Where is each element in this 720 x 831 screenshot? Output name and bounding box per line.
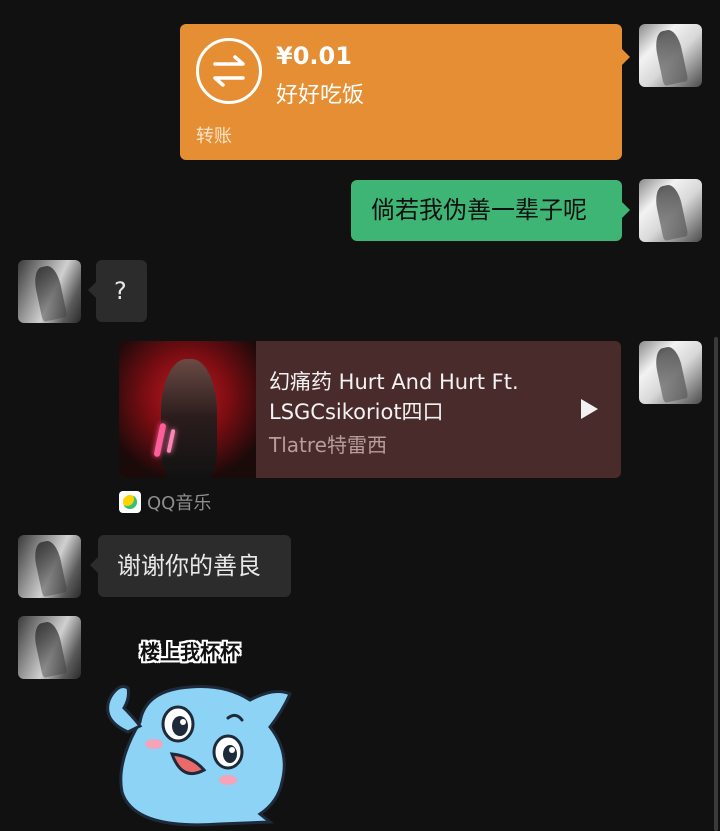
play-icon[interactable] <box>581 399 598 419</box>
received-message-bubble[interactable]: ? <box>88 260 147 322</box>
music-source-label: QQ音乐 <box>147 493 212 514</box>
message-text: ? <box>114 277 127 305</box>
bubble-tail <box>88 282 96 298</box>
sticker-image <box>106 684 292 827</box>
qq-music-icon <box>119 491 141 513</box>
bubble-tail <box>90 557 98 573</box>
transfer-message[interactable]: ¥0.01 好好吃饭 转账 <box>180 24 630 160</box>
my-avatar[interactable] <box>639 179 702 242</box>
transfer-note: 好好吃饭 <box>276 83 365 108</box>
album-cover <box>119 341 256 478</box>
song-artist: Tlatre特雷西 <box>269 433 387 457</box>
song-title: 幻痛药 Hurt And Hurt Ft. LSGCsikoriot四口 <box>269 370 519 424</box>
transfer-label: 转账 <box>196 126 232 147</box>
scrollbar[interactable] <box>714 337 718 831</box>
transfer-amount: ¥0.01 <box>276 42 352 70</box>
bubble-tail <box>621 48 630 66</box>
blue-mascot-sticker[interactable]: 楼上我杯杯 <box>100 632 310 827</box>
music-source: QQ音乐 <box>119 490 211 514</box>
bubble-tail <box>622 202 630 218</box>
transfer-arrows-icon <box>196 38 262 104</box>
received-message-bubble[interactable]: 谢谢你的善良 <box>90 535 291 597</box>
my-avatar[interactable] <box>639 24 702 87</box>
music-share-card[interactable]: 幻痛药 Hurt And Hurt Ft. LSGCsikoriot四口 Tla… <box>119 341 621 478</box>
message-text: 谢谢你的善良 <box>117 552 261 580</box>
contact-avatar[interactable] <box>18 616 81 679</box>
my-avatar[interactable] <box>639 341 702 404</box>
sent-message-bubble[interactable]: 倘若我伪善一辈子呢 <box>351 180 630 241</box>
contact-avatar[interactable] <box>18 260 81 323</box>
contact-avatar[interactable] <box>18 535 81 598</box>
message-text: 倘若我伪善一辈子呢 <box>371 196 587 224</box>
